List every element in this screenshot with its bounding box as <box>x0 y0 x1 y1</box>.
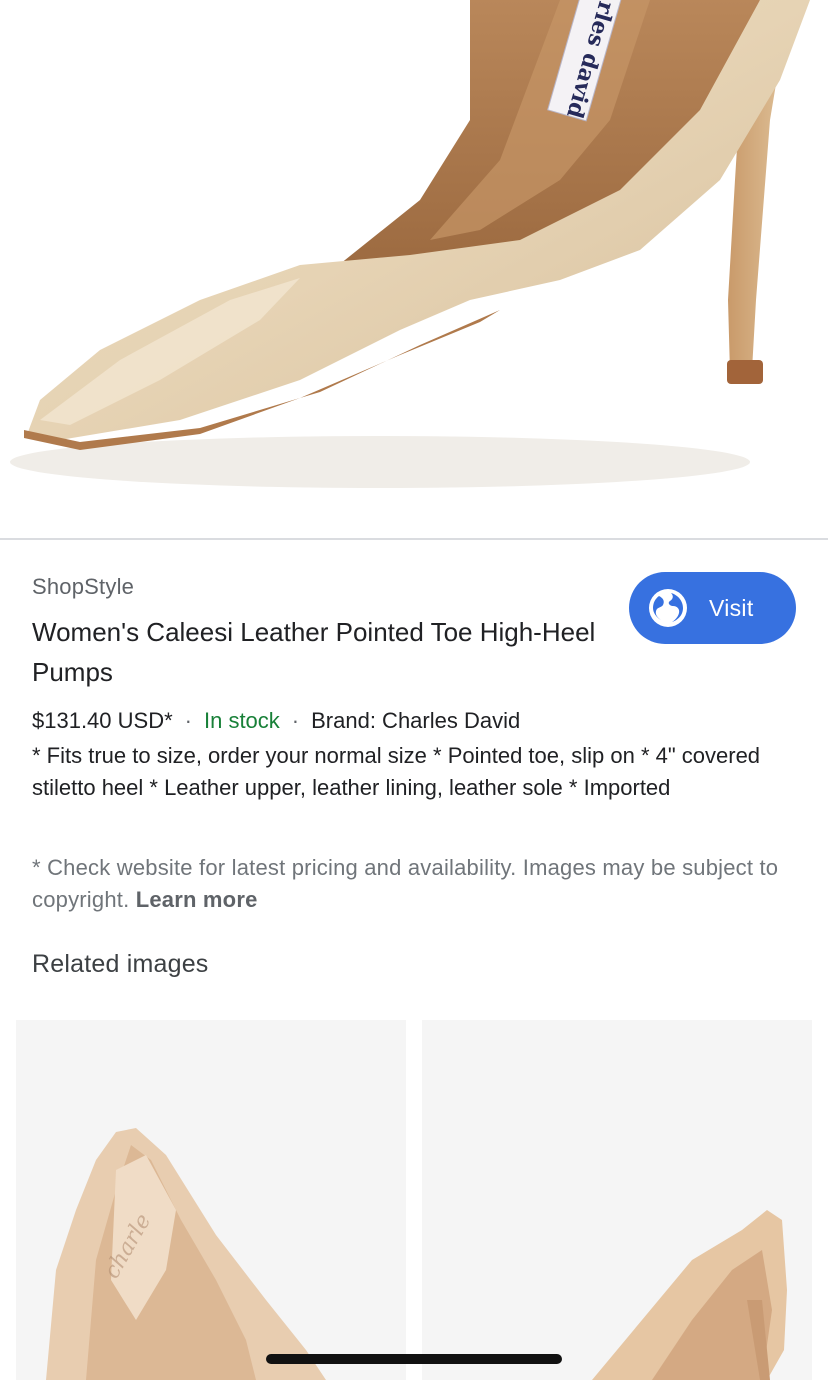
stock-status: In stock <box>203 708 280 733</box>
separator-dot: · <box>291 708 300 733</box>
shoe-illustration: rles david <box>10 0 810 488</box>
brand: Brand: Charles David <box>311 708 521 733</box>
price: $131.40 USD* <box>32 708 173 733</box>
related-image-1[interactable]: charle <box>16 1020 406 1380</box>
visit-label: Visit <box>709 594 754 621</box>
price-row: $131.40 USD* · In stock · Brand: Charles Dav… <box>32 708 520 734</box>
product-description: * Fits true to size, order your normal s… <box>32 743 761 800</box>
source-name[interactable]: ShopStyle <box>32 574 134 600</box>
related-image-2[interactable] <box>422 1020 812 1380</box>
learn-more-link[interactable]: Learn more <box>136 887 258 912</box>
shoe-thumbnail: charle <box>46 1128 326 1380</box>
product-title[interactable]: Women's Caleesi Leather Pointed Toe High… <box>32 612 602 692</box>
shoe-thumbnail <box>592 1210 787 1380</box>
home-indicator[interactable] <box>266 1354 562 1364</box>
globe-icon <box>649 589 687 627</box>
visit-button[interactable]: Visit <box>629 572 796 644</box>
related-images-heading: Related images <box>32 950 209 978</box>
separator-dot: · <box>184 708 192 733</box>
divider <box>0 538 828 540</box>
product-image[interactable]: rles david <box>0 0 828 538</box>
disclaimer: * Check website for latest pricing and a… <box>32 852 792 916</box>
